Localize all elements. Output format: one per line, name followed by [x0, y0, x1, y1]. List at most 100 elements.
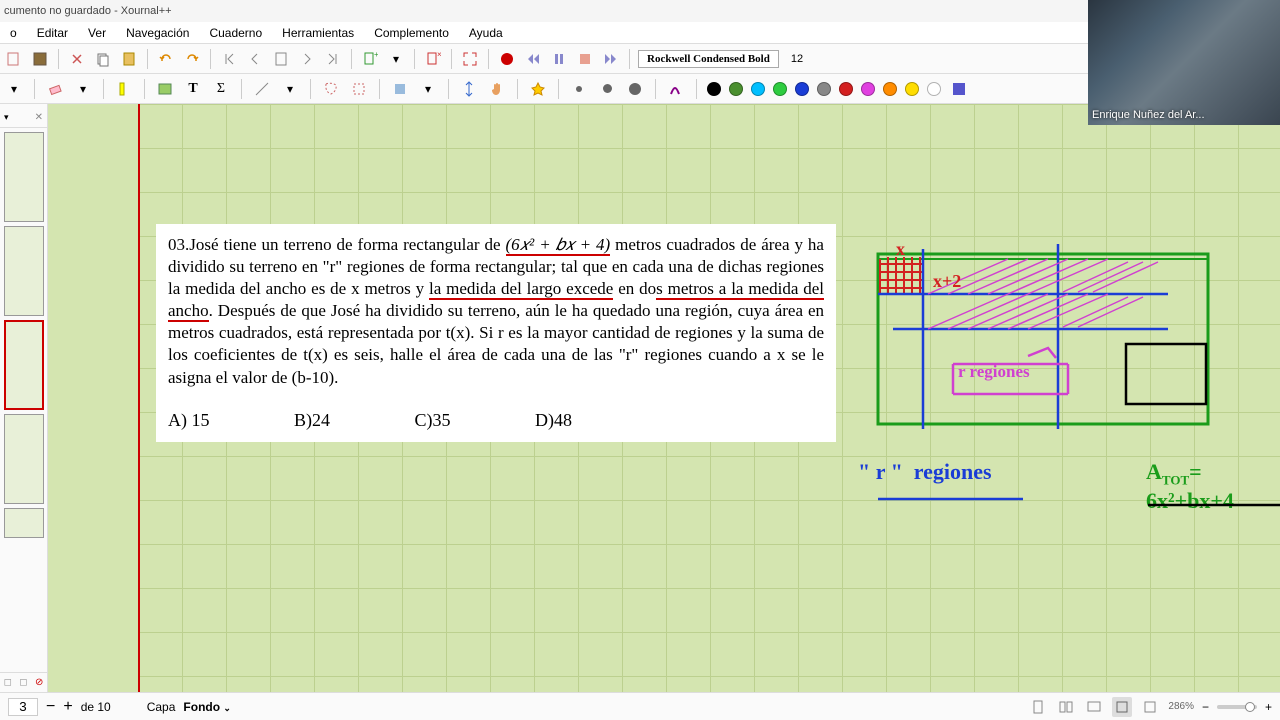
- sidebar-dropdown-icon[interactable]: ▾: [4, 112, 9, 123]
- menu-navegacion[interactable]: Navegación: [116, 24, 199, 42]
- page-number-input[interactable]: [8, 698, 38, 716]
- zoom-100-button[interactable]: [1140, 697, 1160, 717]
- zoom-in-button[interactable]: +: [1265, 700, 1272, 714]
- sidebar-delete-icon[interactable]: ⊘: [35, 677, 43, 688]
- text-tool[interactable]: T: [183, 79, 203, 99]
- view-double-button[interactable]: [1056, 697, 1076, 717]
- delete-page-button[interactable]: ×: [423, 49, 443, 69]
- next-page-button[interactable]: [297, 49, 317, 69]
- dropdown-eraser[interactable]: ▾: [73, 79, 93, 99]
- paste-button[interactable]: [119, 49, 139, 69]
- page-thumbnail-2[interactable]: [4, 226, 44, 316]
- stroke-thin[interactable]: [569, 79, 589, 99]
- color-red[interactable]: [839, 82, 853, 96]
- dropdown-ruler[interactable]: ▾: [280, 79, 300, 99]
- new-doc-button[interactable]: [4, 49, 24, 69]
- redo-button[interactable]: [182, 49, 202, 69]
- option-d: D)48: [535, 410, 572, 430]
- save-button[interactable]: [30, 49, 50, 69]
- menu-ayuda[interactable]: Ayuda: [459, 24, 513, 42]
- ruler-tool[interactable]: [252, 79, 272, 99]
- pen-tool[interactable]: [666, 79, 686, 99]
- view-presentation-button[interactable]: [1084, 697, 1104, 717]
- first-page-button[interactable]: [219, 49, 239, 69]
- color-green-dark[interactable]: [729, 82, 743, 96]
- zoom-slider[interactable]: [1217, 705, 1257, 709]
- video-participant-thumbnail[interactable]: Enrique Nuñez del Ar...: [1088, 0, 1280, 125]
- menu-editar[interactable]: Editar: [27, 24, 78, 42]
- view-single-button[interactable]: [1028, 697, 1048, 717]
- color-green[interactable]: [773, 82, 787, 96]
- new-page-button[interactable]: +: [360, 49, 380, 69]
- cut-button[interactable]: [67, 49, 87, 69]
- label-x: x: [896, 239, 905, 260]
- vertical-space-tool[interactable]: [459, 79, 479, 99]
- color-gray[interactable]: [817, 82, 831, 96]
- sidebar-move-up-icon[interactable]: ◻: [4, 677, 12, 688]
- latex-tool[interactable]: Σ: [211, 79, 231, 99]
- record-button[interactable]: [497, 49, 517, 69]
- copy-button[interactable]: [93, 49, 113, 69]
- layer-selector[interactable]: Fondo ⌄: [183, 700, 231, 714]
- shape-recognizer-tool[interactable]: [528, 79, 548, 99]
- stroke-medium[interactable]: [597, 79, 617, 99]
- zoom-out-button[interactable]: −: [1202, 700, 1209, 714]
- stroke-thick[interactable]: [625, 79, 645, 99]
- option-a: A) 15: [168, 410, 210, 430]
- select-region-tool[interactable]: [321, 79, 341, 99]
- undo-button[interactable]: [156, 49, 176, 69]
- sidebar-close-button[interactable]: ✕: [35, 112, 43, 123]
- page-sidebar: ▾ ✕ ◻ ◻ ⊘: [0, 104, 48, 692]
- dropdown-shape[interactable]: ▾: [418, 79, 438, 99]
- page-thumbnail-5[interactable]: [4, 508, 44, 538]
- fullscreen-button[interactable]: [460, 49, 480, 69]
- rewind-button[interactable]: [523, 49, 543, 69]
- option-b: B)24: [294, 410, 330, 430]
- menu-herramientas[interactable]: Herramientas: [272, 24, 364, 42]
- page-total-label: de 10: [81, 700, 111, 714]
- image-tool[interactable]: [155, 79, 175, 99]
- hand-tool[interactable]: [487, 79, 507, 99]
- problem-text-box: 03.José tiene un terreno de forma rectan…: [156, 224, 836, 442]
- page-increment-button[interactable]: +: [63, 698, 72, 716]
- svg-text:+: +: [374, 51, 378, 59]
- color-magenta[interactable]: [861, 82, 875, 96]
- pause-button[interactable]: [549, 49, 569, 69]
- label-a-total: ATOT= 6x²+bx+4: [1146, 459, 1280, 514]
- page-decrement-button[interactable]: −: [46, 698, 55, 716]
- video-participant-name: Enrique Nuñez del Ar...: [1092, 109, 1205, 121]
- shape-tool[interactable]: [390, 79, 410, 99]
- color-blue[interactable]: [795, 82, 809, 96]
- sidebar-copy-icon[interactable]: ◻: [19, 677, 27, 688]
- last-page-button[interactable]: [323, 49, 343, 69]
- layer-label: Capa: [147, 700, 176, 714]
- font-name-selector[interactable]: Rockwell Condensed Bold: [638, 50, 779, 68]
- highlighter-tool[interactable]: [114, 79, 134, 99]
- page-thumbnail-1[interactable]: [4, 132, 44, 222]
- page-annotated-button[interactable]: [271, 49, 291, 69]
- stop-button[interactable]: [575, 49, 595, 69]
- zoom-fit-button[interactable]: [1112, 697, 1132, 717]
- page-thumbnail-3[interactable]: [4, 320, 44, 410]
- dropdown-stroke[interactable]: ▾: [4, 79, 24, 99]
- svg-text:×: ×: [437, 51, 441, 59]
- color-white[interactable]: [927, 82, 941, 96]
- menu-ver[interactable]: Ver: [78, 24, 116, 42]
- menu-cuaderno[interactable]: Cuaderno: [199, 24, 272, 42]
- select-rect-tool[interactable]: [349, 79, 369, 99]
- label-x-plus-2: x+2: [933, 271, 961, 292]
- color-picker[interactable]: [949, 79, 969, 99]
- color-yellow[interactable]: [905, 82, 919, 96]
- menu-complemento[interactable]: Complemento: [364, 24, 459, 42]
- canvas-area[interactable]: 03.José tiene un terreno de forma rectan…: [48, 104, 1280, 692]
- prev-page-button[interactable]: [245, 49, 265, 69]
- color-cyan[interactable]: [751, 82, 765, 96]
- menu-archivo[interactable]: o: [0, 24, 27, 42]
- color-black[interactable]: [707, 82, 721, 96]
- color-orange[interactable]: [883, 82, 897, 96]
- dropdown-icon[interactable]: ▾: [386, 49, 406, 69]
- forward-button[interactable]: [601, 49, 621, 69]
- font-size-selector[interactable]: 12: [785, 51, 809, 67]
- eraser-tool[interactable]: [45, 79, 65, 99]
- page-thumbnail-4[interactable]: [4, 414, 44, 504]
